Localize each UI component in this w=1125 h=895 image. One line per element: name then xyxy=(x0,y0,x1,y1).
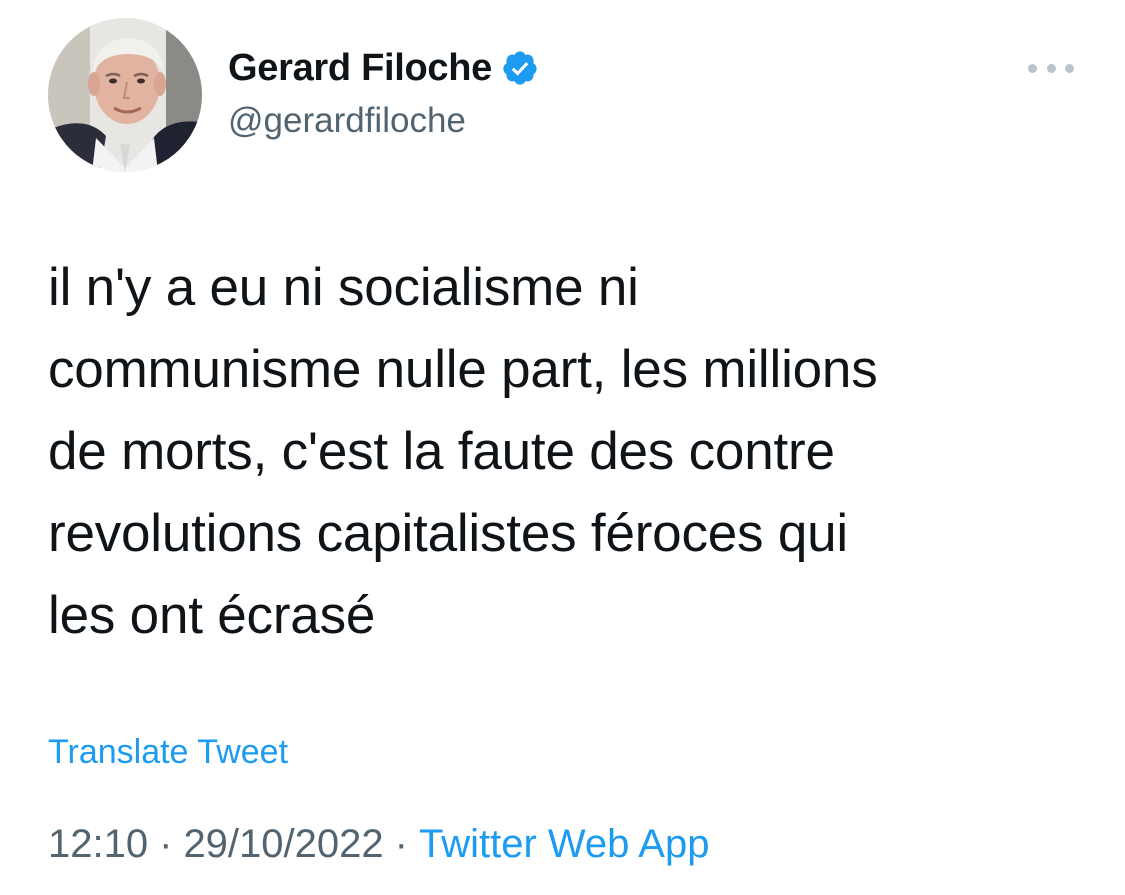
more-dot xyxy=(1065,63,1074,73)
author-display-name[interactable]: Gerard Filoche xyxy=(228,47,492,90)
meta-separator: · xyxy=(159,822,173,866)
tweet-date[interactable]: 29/10/2022 xyxy=(183,822,383,866)
author-handle[interactable]: @gerardfiloche xyxy=(228,101,466,141)
verified-badge-icon xyxy=(501,49,539,87)
more-dots-icon[interactable] xyxy=(1028,60,1074,76)
avatar-photo-icon xyxy=(48,18,202,172)
tweet-time[interactable]: 12:10 xyxy=(48,822,148,866)
more-dot xyxy=(1028,63,1037,73)
author-name-row: Gerard Filoche xyxy=(228,44,539,92)
author-avatar[interactable] xyxy=(48,18,202,172)
tweet-source-link[interactable]: Twitter Web App xyxy=(419,822,710,866)
translate-tweet-link[interactable]: Translate Tweet xyxy=(48,733,288,772)
tweet-card: Gerard Filoche @gerardfiloche il n'y a e… xyxy=(0,0,1125,895)
tweet-text: il n'y a eu ni socialisme ni communisme … xyxy=(48,258,878,645)
tweet-meta: 12:10 · 29/10/2022 · Twitter Web App xyxy=(48,822,709,867)
meta-separator: · xyxy=(394,822,408,866)
more-dot xyxy=(1046,63,1056,73)
